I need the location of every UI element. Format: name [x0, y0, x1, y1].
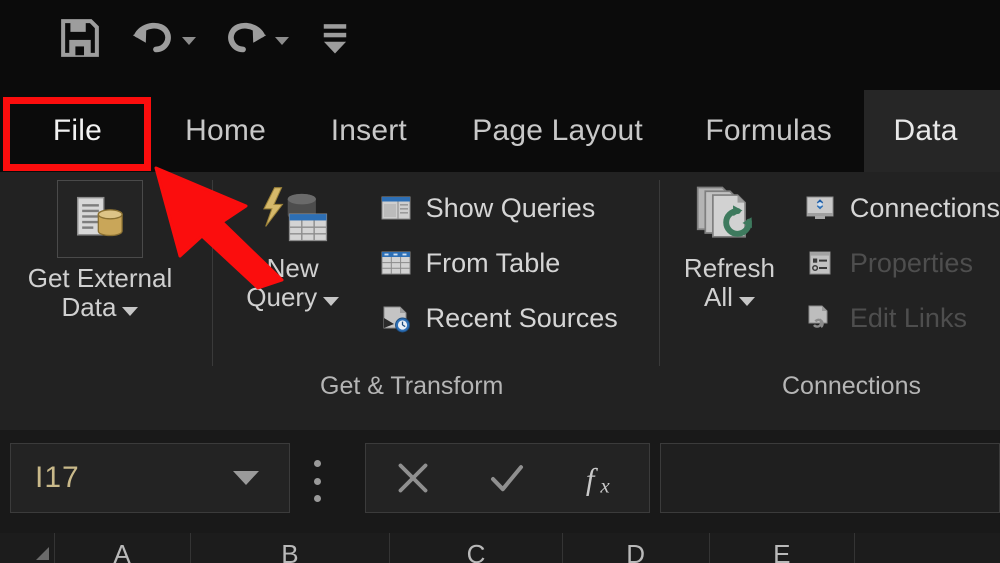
- properties-label: Properties: [850, 250, 973, 277]
- connections-label: Connections: [850, 195, 1000, 222]
- ribbon-group-connections: Refresh All: [660, 172, 1000, 341]
- undo-dropdown-caret-icon[interactable]: [182, 37, 196, 45]
- refresh-all-dropdown-caret-icon[interactable]: [739, 297, 755, 306]
- get-external-data-label-line2: Data: [62, 293, 117, 322]
- redo-dropdown-caret-icon[interactable]: [275, 37, 289, 45]
- svg-text:x: x: [599, 474, 610, 498]
- undo-icon: [129, 17, 177, 59]
- select-all-triangle-icon: [36, 547, 49, 560]
- show-queries-icon: [380, 194, 412, 224]
- get-external-data-label-line1: Get External: [28, 264, 173, 293]
- properties-icon: [804, 249, 836, 279]
- group-label-get-and-transform: Get & Transform: [320, 372, 503, 401]
- new-query-label-line2: Query: [246, 283, 317, 312]
- ribbon-group-get-and-transform: New Query: [213, 172, 659, 341]
- name-box-chevron-down-icon[interactable]: [233, 471, 259, 485]
- new-query-button[interactable]: New Query: [213, 172, 373, 341]
- tab-file[interactable]: File: [0, 90, 155, 172]
- recent-sources-button[interactable]: Recent Sources: [379, 296, 618, 341]
- formula-bar-buttons: f x: [365, 443, 650, 513]
- refresh-all-button[interactable]: Refresh All: [660, 172, 799, 341]
- check-icon: [486, 457, 528, 499]
- new-query-dropdown-caret-icon[interactable]: [323, 297, 339, 306]
- refresh-all-label-line2: All: [704, 283, 733, 312]
- quick-access-toolbar: [0, 0, 1000, 90]
- tab-file-label: File: [53, 114, 102, 148]
- tab-data[interactable]: Data: [864, 90, 1000, 172]
- recent-sources-icon: [380, 304, 412, 334]
- from-table-button[interactable]: From Table: [379, 241, 618, 286]
- column-header-c[interactable]: C: [390, 533, 562, 563]
- column-header-a[interactable]: A: [55, 533, 191, 563]
- show-queries-label: Show Queries: [426, 195, 596, 222]
- tab-formulas-label: Formulas: [705, 114, 832, 148]
- edit-links-icon: [804, 304, 836, 334]
- insert-function-icon: f x: [581, 457, 623, 499]
- excel-window: File Home Insert Page Layout Formulas Da…: [0, 0, 1000, 563]
- close-icon: [393, 458, 433, 498]
- tab-data-label: Data: [894, 114, 958, 148]
- column-header-d[interactable]: D: [563, 533, 710, 563]
- redo-button[interactable]: [222, 12, 289, 64]
- kebab-dot: [314, 460, 321, 467]
- name-box[interactable]: I17: [10, 443, 290, 513]
- customize-quick-access-toolbar-icon: [317, 19, 353, 57]
- svg-text:f: f: [586, 462, 599, 496]
- column-header-overflow: [855, 533, 1000, 563]
- show-queries-button[interactable]: Show Queries: [379, 186, 618, 231]
- tab-formulas[interactable]: Formulas: [674, 90, 864, 172]
- edit-links-label: Edit Links: [850, 305, 967, 332]
- column-header-b[interactable]: B: [191, 533, 391, 563]
- group-label-connections: Connections: [782, 372, 921, 401]
- select-all-button[interactable]: [0, 533, 55, 563]
- customize-qat-button[interactable]: [315, 12, 355, 64]
- connections-button[interactable]: Connections: [803, 186, 1000, 231]
- ribbon-group-get-external-data: Get External Data: [0, 172, 212, 322]
- ribbon-tab-strip: File Home Insert Page Layout Formulas Da…: [0, 90, 1000, 172]
- tab-page-layout-label: Page Layout: [472, 114, 643, 148]
- recent-sources-label: Recent Sources: [426, 305, 618, 332]
- tab-home[interactable]: Home: [155, 90, 296, 172]
- cancel-button[interactable]: [373, 444, 453, 512]
- enter-button[interactable]: [467, 444, 547, 512]
- column-header-e[interactable]: E: [710, 533, 855, 563]
- tab-insert[interactable]: Insert: [296, 90, 441, 172]
- new-query-icon: [256, 182, 330, 248]
- edit-links-button[interactable]: Edit Links: [803, 296, 1000, 341]
- properties-button[interactable]: Properties: [803, 241, 1000, 286]
- tab-home-label: Home: [185, 114, 266, 148]
- get-external-data-icon: [72, 193, 128, 245]
- formula-input[interactable]: [660, 443, 1000, 513]
- undo-button[interactable]: [129, 12, 196, 64]
- kebab-dot: [314, 495, 321, 502]
- new-query-label-line1: New: [267, 254, 319, 283]
- save-icon: [57, 15, 103, 61]
- ribbon-group-labels: Get & Transform Connections: [0, 372, 1000, 420]
- save-button[interactable]: [57, 12, 103, 64]
- name-box-value: I17: [11, 461, 233, 495]
- tab-insert-label: Insert: [331, 114, 407, 148]
- formula-bar-kebab-menu[interactable]: [313, 460, 321, 502]
- kebab-dot: [314, 478, 321, 485]
- from-table-label: From Table: [426, 250, 561, 277]
- from-table-icon: [380, 249, 412, 279]
- column-header-row: A B C D E: [0, 533, 1000, 563]
- connections-icon: [804, 194, 836, 224]
- insert-function-button[interactable]: f x: [562, 444, 642, 512]
- redo-icon: [222, 17, 270, 59]
- tab-page-layout[interactable]: Page Layout: [441, 90, 673, 172]
- refresh-all-label-line1: Refresh: [684, 254, 775, 283]
- get-external-data-button[interactable]: Get External Data: [0, 172, 200, 322]
- get-external-data-dropdown-caret-icon[interactable]: [122, 307, 138, 316]
- refresh-all-icon: [692, 182, 766, 248]
